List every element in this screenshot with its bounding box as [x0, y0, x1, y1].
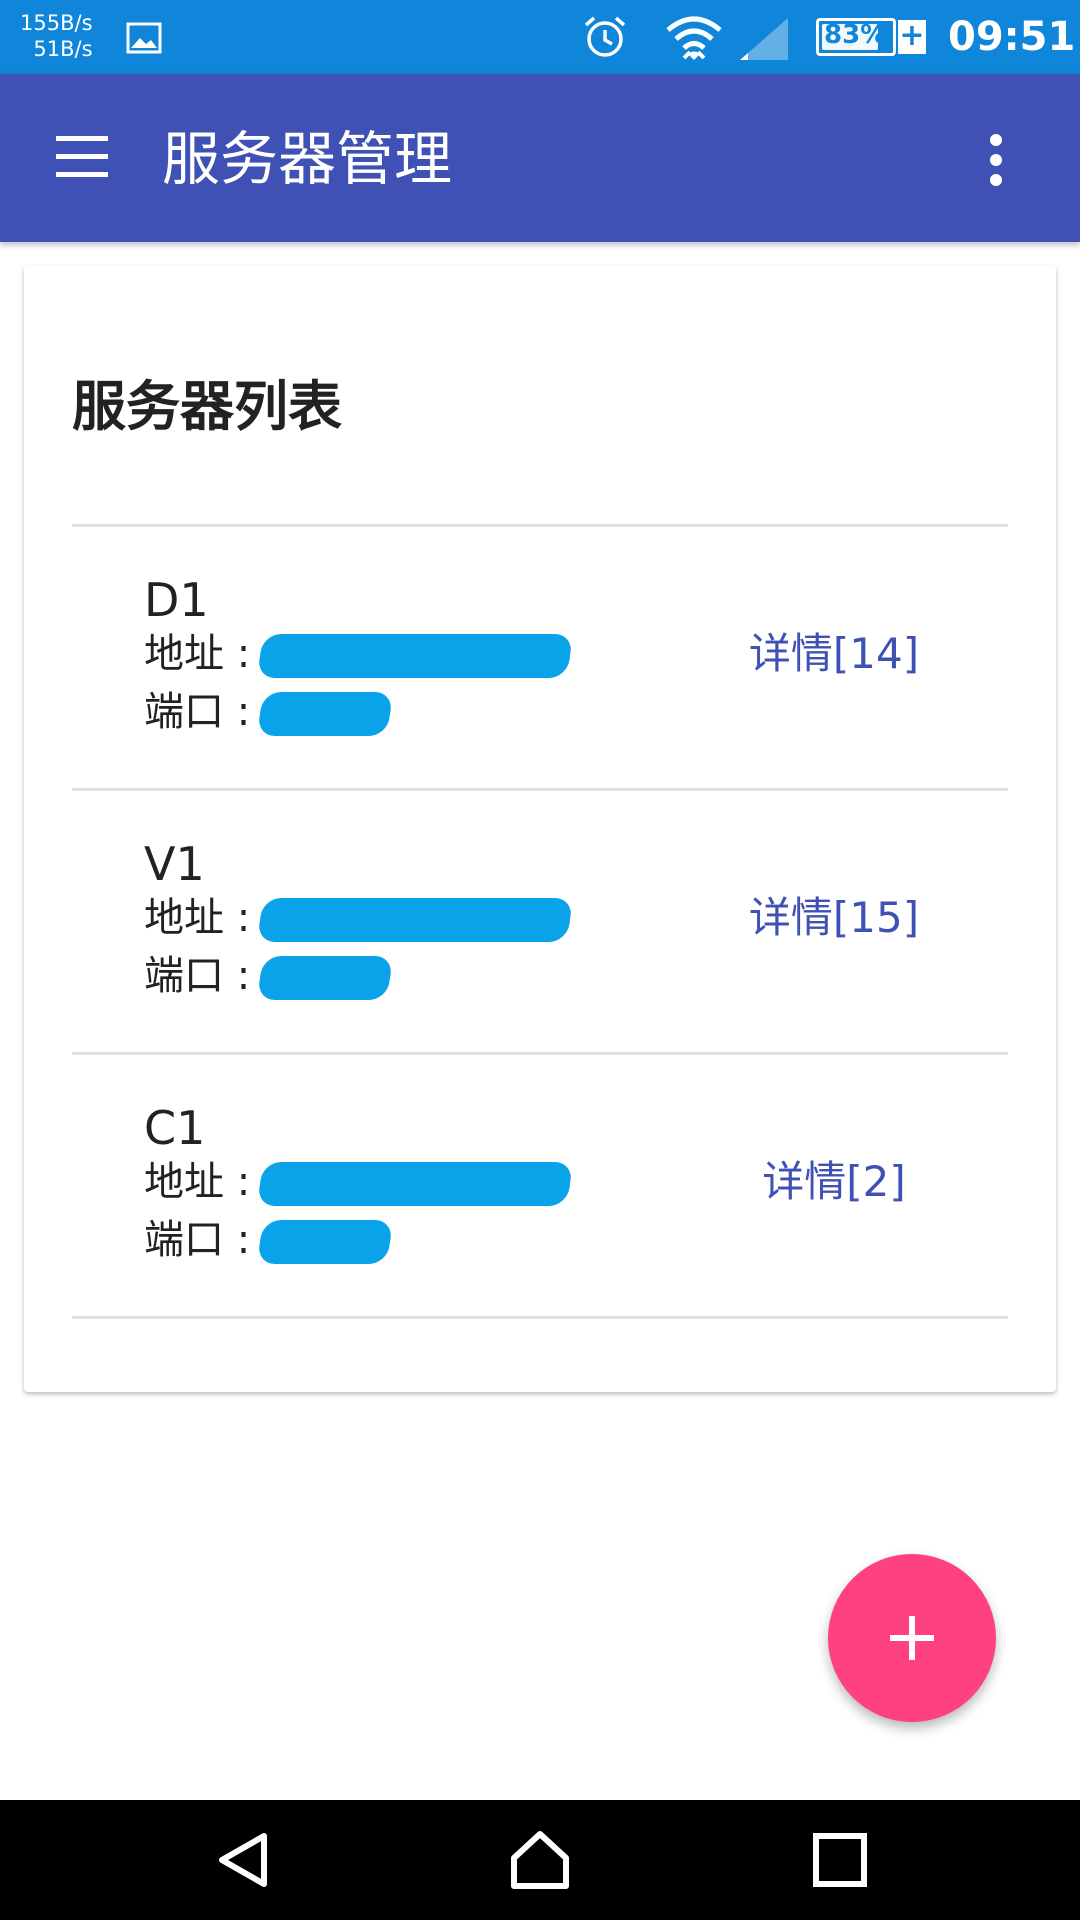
divider	[72, 1316, 1008, 1319]
server-item[interactable]: V1 地址 : 端口 : 详情[15]	[72, 790, 1008, 1054]
port-label: 端口 :	[144, 1217, 251, 1263]
navigation-bar	[0, 1800, 1080, 1920]
address-field: 地址 :	[144, 890, 574, 946]
server-item[interactable]: C1 地址 : 端口 : 详情[2]	[72, 1054, 1008, 1318]
port-field: 端口 :	[144, 1212, 394, 1268]
status-time: 09:51	[948, 14, 1076, 60]
address-field: 地址 :	[144, 626, 574, 682]
net-speed-up: 51B/s	[33, 37, 93, 61]
address-label: 地址 :	[144, 1159, 251, 1205]
recents-icon[interactable]	[808, 1828, 872, 1892]
server-list-card: 服务器列表 D1 地址 : 端口 : 详情[14] V1 地址 : 端口 : 详…	[24, 266, 1056, 1392]
address-field: 地址 :	[144, 1154, 574, 1210]
gallery-icon	[126, 22, 162, 54]
port-label: 端口 :	[144, 953, 251, 999]
port-field: 端口 :	[144, 948, 394, 1004]
battery-charging-plus: +	[898, 18, 926, 54]
redacted-port	[256, 692, 394, 736]
home-icon[interactable]	[508, 1828, 572, 1892]
back-icon[interactable]	[210, 1828, 274, 1892]
cell-signal-icon	[740, 18, 788, 60]
redacted-address	[256, 1162, 574, 1206]
address-label: 地址 :	[144, 895, 251, 941]
redacted-port	[256, 956, 394, 1000]
battery-icon: 83% +	[812, 16, 926, 58]
app-bar: 服务器管理	[0, 74, 1080, 242]
details-link[interactable]: 详情[14]	[704, 626, 964, 682]
details-link[interactable]: 详情[2]	[704, 1154, 964, 1210]
app-title: 服务器管理	[162, 125, 453, 193]
server-name: C1	[144, 1101, 206, 1155]
battery-percent: 83%	[824, 20, 887, 50]
net-speed-down: 155B/s	[20, 11, 93, 35]
server-name: V1	[144, 837, 205, 891]
port-field: 端口 :	[144, 684, 394, 740]
add-server-button[interactable]	[828, 1554, 996, 1722]
address-label: 地址 :	[144, 631, 251, 677]
redacted-address	[256, 634, 574, 678]
more-vert-icon[interactable]	[976, 130, 1016, 190]
redacted-port	[256, 1220, 394, 1264]
alarm-icon	[584, 16, 626, 57]
network-speed: 155B/s 51B/s	[20, 10, 93, 62]
card-title: 服务器列表	[72, 375, 342, 438]
port-label: 端口 :	[144, 689, 251, 735]
server-item[interactable]: D1 地址 : 端口 : 详情[14]	[72, 526, 1008, 790]
redacted-address	[256, 898, 574, 942]
status-bar: 155B/s 51B/s 83% + 09:51	[0, 0, 1080, 74]
wifi-icon	[666, 16, 722, 60]
details-link[interactable]: 详情[15]	[704, 890, 964, 946]
server-name: D1	[144, 573, 209, 627]
menu-icon[interactable]	[50, 130, 114, 186]
